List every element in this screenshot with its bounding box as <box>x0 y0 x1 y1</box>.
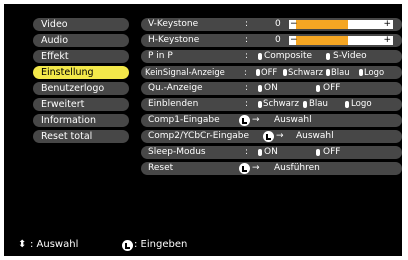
setting-label: H-Keystone <box>148 35 200 45</box>
colon: : <box>245 147 249 157</box>
footer-select-hint: : Auswahl <box>30 239 79 250</box>
setting-label: Qu.-Anzeige <box>148 83 203 93</box>
option-off[interactable]: OFF <box>261 66 277 79</box>
colon: : <box>244 67 247 77</box>
setting-reset[interactable]: Reset → Ausführen <box>141 162 402 175</box>
slider-fill <box>296 36 348 45</box>
menu-item-effekt[interactable]: Effekt <box>33 50 129 63</box>
radio-icon[interactable] <box>258 149 262 156</box>
projector-menu-screen: Video Audio Effekt Einstellung Benutzerl… <box>4 4 402 234</box>
minus-icon: − <box>290 19 298 29</box>
setting-comp2-eingabe[interactable]: Comp2/YCbCr-Eingabe → Auswahl <box>141 130 402 143</box>
v-keystone-slider[interactable]: − + <box>289 19 393 29</box>
enter-icon <box>239 115 250 126</box>
plus-icon: + <box>383 19 391 29</box>
action-auswahl[interactable]: Auswahl <box>296 130 334 143</box>
minus-icon: − <box>290 35 298 45</box>
option-schwarz[interactable]: Schwarz <box>288 66 323 79</box>
h-keystone-slider[interactable]: − + <box>289 35 393 45</box>
radio-icon[interactable] <box>258 85 262 92</box>
setting-label: V-Keystone <box>148 19 199 29</box>
option-s-video[interactable]: S-Video <box>333 50 367 63</box>
option-blau[interactable]: Blau <box>331 66 350 79</box>
setting-label: Einblenden <box>148 99 199 109</box>
menu-item-information[interactable]: Information <box>33 114 129 127</box>
setting-v-keystone[interactable]: V-Keystone : 0 − + <box>141 18 402 31</box>
enter-icon <box>263 131 274 142</box>
menu-item-video[interactable]: Video <box>33 18 129 31</box>
colon: : <box>245 35 249 45</box>
setting-label: Comp2/YCbCr-Eingabe <box>148 131 250 141</box>
option-on[interactable]: ON <box>264 82 278 95</box>
arrow-right-icon: → <box>252 163 260 173</box>
action-auswahl[interactable]: Auswahl <box>274 114 312 127</box>
setting-qu-anzeige[interactable]: Qu.-Anzeige : ON OFF <box>141 82 402 95</box>
slider-fill <box>296 20 348 29</box>
radio-icon[interactable] <box>256 69 260 76</box>
colon: : <box>245 83 249 93</box>
menu-item-benutzerlogo[interactable]: Benutzerlogo <box>33 82 129 95</box>
setting-p-in-p[interactable]: P in P : Composite S-Video <box>141 50 402 63</box>
setting-label: Reset <box>148 163 174 173</box>
v-keystone-value: 0 <box>275 19 281 29</box>
menu-item-einstellung[interactable]: Einstellung <box>33 66 129 79</box>
up-down-arrows-icon: ⬍ <box>18 239 27 250</box>
radio-icon[interactable] <box>359 69 363 76</box>
option-on[interactable]: ON <box>264 146 278 159</box>
setting-label: P in P <box>148 51 173 61</box>
arrow-right-icon: → <box>276 131 284 141</box>
radio-icon[interactable] <box>258 53 262 60</box>
option-logo[interactable]: Logo <box>364 66 384 79</box>
menu-item-audio[interactable]: Audio <box>33 34 129 47</box>
colon: : <box>245 51 249 61</box>
setting-h-keystone[interactable]: H-Keystone : 0 − + <box>141 34 402 47</box>
colon: : <box>245 19 249 29</box>
setting-einblenden[interactable]: Einblenden : Schwarz Blau Logo <box>141 98 402 111</box>
setting-label: Sleep-Modus <box>148 147 206 157</box>
option-composite[interactable]: Composite <box>264 50 312 63</box>
option-schwarz[interactable]: Schwarz <box>263 98 299 111</box>
radio-icon[interactable] <box>316 149 320 156</box>
radio-icon[interactable] <box>258 101 262 108</box>
option-blau[interactable]: Blau <box>309 98 328 111</box>
menu-item-erweitert[interactable]: Erweitert <box>33 98 129 111</box>
plus-icon: + <box>383 35 391 45</box>
radio-icon[interactable] <box>316 85 320 92</box>
radio-icon[interactable] <box>283 69 287 76</box>
enter-icon <box>239 163 250 174</box>
radio-icon[interactable] <box>345 101 349 108</box>
enter-icon <box>122 240 133 251</box>
option-logo[interactable]: Logo <box>351 98 372 111</box>
setting-label: KeinSignal-Anzeige <box>145 67 225 77</box>
radio-icon[interactable] <box>303 101 307 108</box>
action-ausfuehren[interactable]: Ausführen <box>274 162 320 175</box>
setting-sleep-modus[interactable]: Sleep-Modus : ON OFF <box>141 146 402 159</box>
radio-icon[interactable] <box>326 53 330 60</box>
arrow-right-icon: → <box>252 115 260 125</box>
setting-comp1-eingabe[interactable]: Comp1-Eingabe → Auswahl <box>141 114 402 127</box>
colon: : <box>245 99 249 109</box>
menu-item-reset-total[interactable]: Reset total <box>33 130 129 143</box>
radio-icon[interactable] <box>326 69 330 76</box>
h-keystone-value: 0 <box>275 35 281 45</box>
setting-no-signal[interactable]: KeinSignal-Anzeige : OFF Schwarz Blau Lo… <box>141 66 402 79</box>
option-off[interactable]: OFF <box>323 82 340 95</box>
option-off[interactable]: OFF <box>323 146 340 159</box>
setting-label: Comp1-Eingabe <box>148 115 220 125</box>
footer-enter-hint: : Eingeben <box>134 239 188 250</box>
footer-hints: ⬍ : Auswahl : Eingeben <box>4 234 402 256</box>
